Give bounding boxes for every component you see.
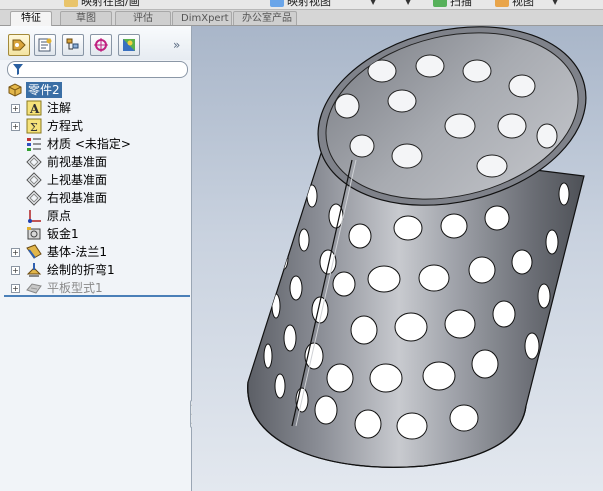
toolbar-item-2[interactable]: 扫描 xyxy=(433,0,472,8)
configuration-manager-tab[interactable] xyxy=(62,34,84,56)
layers-icon xyxy=(64,0,78,7)
toolbar-item-1[interactable]: 映射视图 xyxy=(270,0,331,8)
scan-icon xyxy=(433,0,447,7)
tab-office-products[interactable]: 办公室产品 xyxy=(233,11,297,25)
tab-sketch[interactable]: 草图 xyxy=(60,11,112,25)
expand-toggle[interactable]: + xyxy=(11,248,20,257)
tree-item-origin[interactable]: 原点 xyxy=(0,207,191,225)
expand-toggle[interactable]: + xyxy=(11,266,20,275)
feature-manager-icon xyxy=(12,39,26,51)
toolbar-dropdown[interactable]: ▼ xyxy=(370,0,376,8)
tree-item-right-plane[interactable]: 右视基准面 xyxy=(0,189,191,207)
tree-item-label: 注解 xyxy=(47,101,72,115)
toolbar-dropdown[interactable]: ▼ xyxy=(405,0,411,8)
display-icon xyxy=(495,0,509,7)
chevron-down-icon: ▼ xyxy=(370,0,377,6)
base-flange-icon xyxy=(26,244,42,259)
dimxpert-manager-tab[interactable] xyxy=(90,34,112,56)
expand-toggle[interactable]: + xyxy=(11,284,20,293)
annotation-icon: A xyxy=(26,100,42,116)
rollback-bar[interactable] xyxy=(4,295,190,297)
command-manager-tabs: 特征 草图 评估 DimXpert 办公室产品 xyxy=(0,10,603,26)
material-icon xyxy=(27,138,41,151)
tree-item-annotations[interactable]: + A 注解 xyxy=(0,99,191,117)
panel-tab-bar: » xyxy=(0,26,191,60)
dimxpert-manager-icon xyxy=(94,38,108,52)
flat-pattern-icon xyxy=(26,283,42,294)
tree-filter-input[interactable] xyxy=(7,61,188,78)
tree-item-equations[interactable]: + Σ 方程式 xyxy=(0,117,191,135)
plane-icon xyxy=(26,172,42,188)
origin-icon xyxy=(28,210,41,223)
top-toolbar: 映射在图/画 映射视图 ▼ ▼ 扫描 视图 ▼ xyxy=(0,0,603,10)
feature-manager-panel: » 零件2 + A 注解 + Σ 方程式 材质 <未指定> 前视基准面 上视基准… xyxy=(0,26,192,491)
tree-root-label: 零件2 xyxy=(26,82,62,98)
tree-item-label: 上视基准面 xyxy=(47,173,108,187)
more-tabs-button[interactable]: » xyxy=(173,38,180,52)
tab-dimxpert[interactable]: DimXpert xyxy=(172,11,232,25)
tree-item-label: 绘制的折弯1 xyxy=(47,263,115,277)
configuration-manager-icon xyxy=(66,38,79,50)
sketched-bend-icon xyxy=(26,263,42,277)
chevron-down-icon: ▼ xyxy=(552,0,559,6)
tree-item-label: 平板型式1 xyxy=(47,281,103,295)
display-manager-icon xyxy=(123,39,135,51)
tree-item-label: 材质 <未指定> xyxy=(47,137,131,151)
tree-item-top-plane[interactable]: 上视基准面 xyxy=(0,171,191,189)
tree-item-label: 钣金1 xyxy=(47,227,79,241)
property-manager-tab[interactable] xyxy=(34,34,56,56)
tree-item-sketched-bend[interactable]: + 绘制的折弯1 xyxy=(0,261,191,279)
svg-text:Σ: Σ xyxy=(30,121,38,134)
tree-item-label: 前视基准面 xyxy=(47,155,108,169)
tree-item-label: 方程式 xyxy=(47,119,84,133)
tree-item-base-flange[interactable]: + 基体-法兰1 xyxy=(0,243,191,261)
expand-toggle[interactable]: + xyxy=(11,104,20,113)
tree-item-sheet-metal[interactable]: 钣金1 xyxy=(0,225,191,243)
expand-toggle[interactable]: + xyxy=(11,122,20,131)
equation-icon: Σ xyxy=(26,118,42,134)
tab-features[interactable]: 特征 xyxy=(10,11,52,26)
plane-icon xyxy=(26,190,42,206)
toolbar-item-3[interactable]: 视图 xyxy=(495,0,534,8)
chevron-down-icon: ▼ xyxy=(405,0,412,6)
tree-root-part[interactable]: 零件2 xyxy=(0,81,191,99)
toolbar-item-label: 视图 xyxy=(512,0,534,8)
toolbar-item-0[interactable]: 映射在图/画 xyxy=(64,0,140,8)
tree-item-label: 右视基准面 xyxy=(47,191,108,205)
graphics-viewport[interactable] xyxy=(192,26,603,491)
part-icon xyxy=(8,83,22,97)
sheet-metal-icon xyxy=(27,227,41,240)
svg-text:A: A xyxy=(29,102,40,116)
toolbar-dropdown[interactable]: ▼ xyxy=(552,0,558,8)
toolbar-item-label: 扫描 xyxy=(450,0,472,8)
filter-icon xyxy=(13,64,23,75)
property-manager-icon xyxy=(38,38,52,52)
toolbar-item-label: 映射在图/画 xyxy=(81,0,140,8)
feature-manager-tab[interactable] xyxy=(8,34,30,56)
tree-item-label: 原点 xyxy=(47,209,72,223)
view-icon xyxy=(270,0,284,7)
plane-icon xyxy=(26,154,42,170)
perforated-cylinder-model[interactable] xyxy=(192,26,603,491)
tree-item-front-plane[interactable]: 前视基准面 xyxy=(0,153,191,171)
display-manager-tab[interactable] xyxy=(118,34,140,56)
tree-item-material[interactable]: 材质 <未指定> xyxy=(0,135,191,153)
toolbar-item-label: 映射视图 xyxy=(287,0,331,8)
tab-evaluate[interactable]: 评估 xyxy=(115,11,171,25)
tree-item-label: 基体-法兰1 xyxy=(47,245,107,259)
